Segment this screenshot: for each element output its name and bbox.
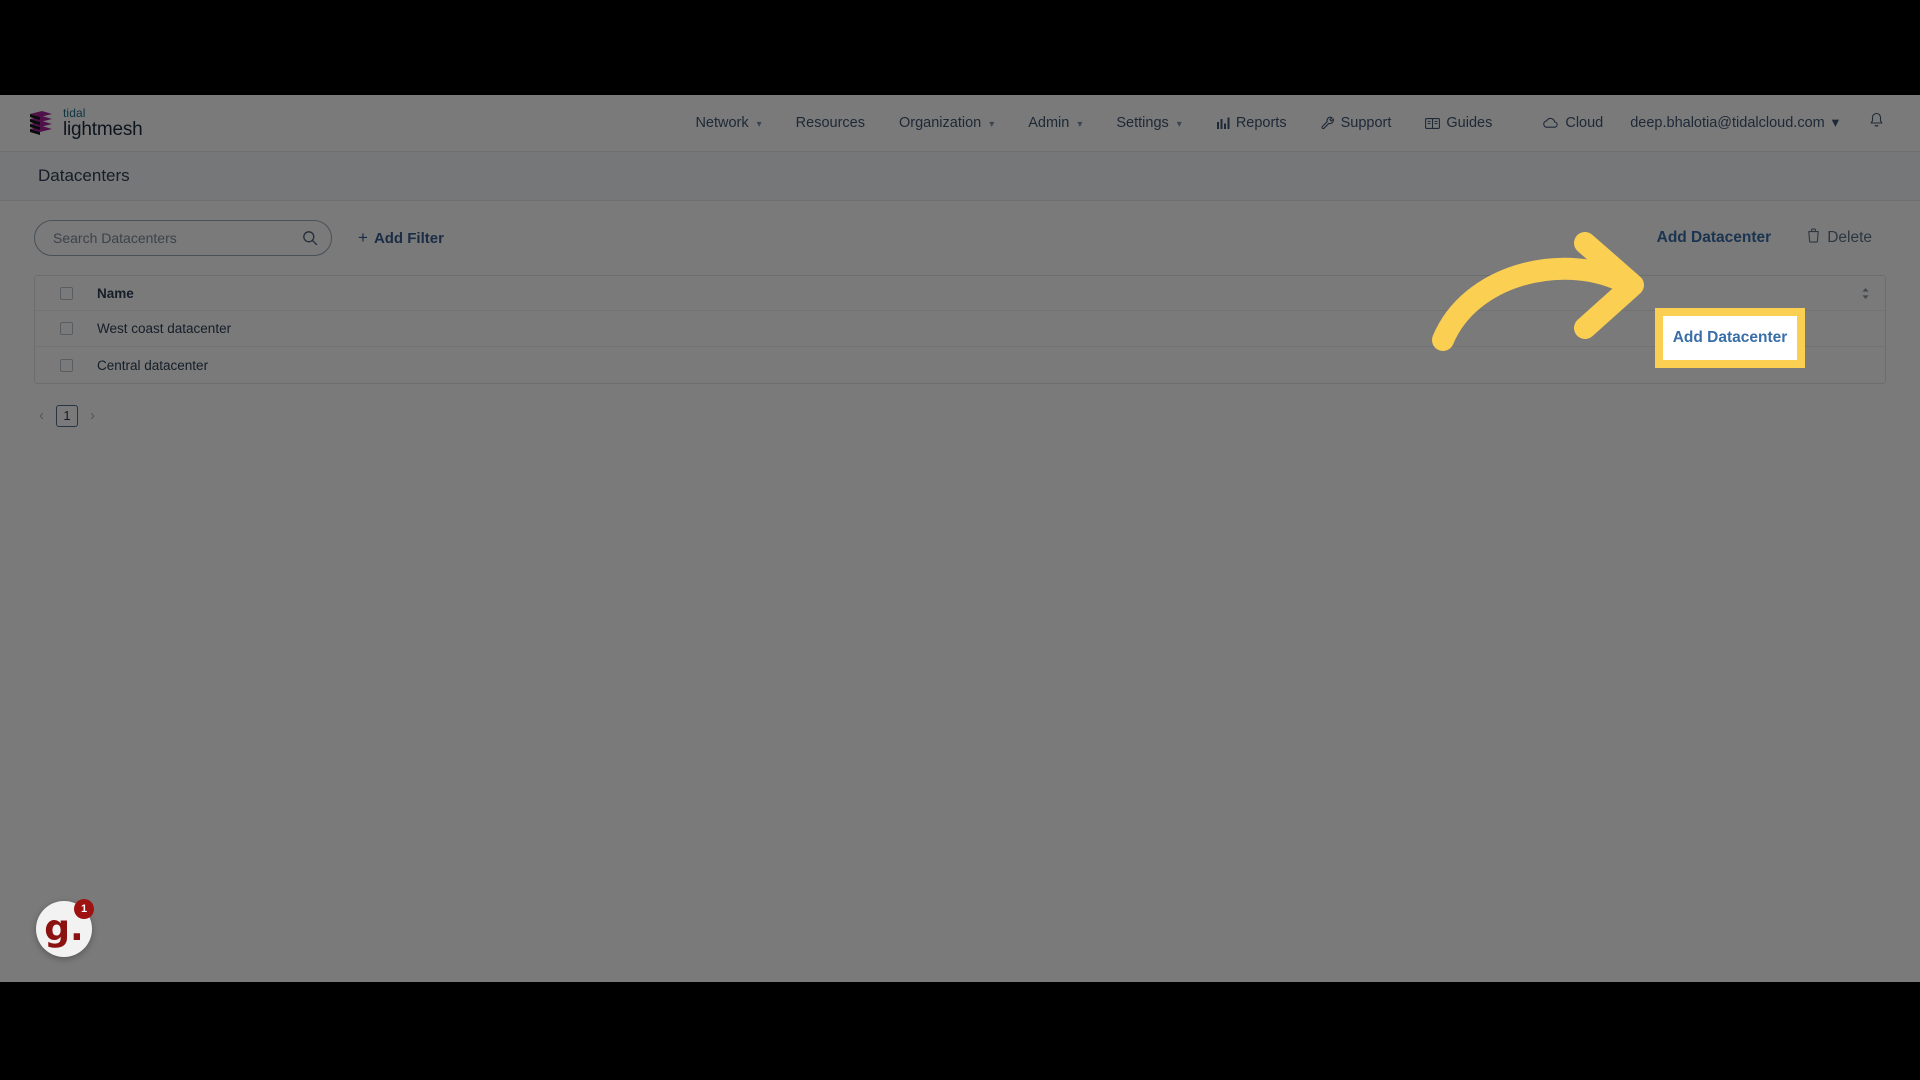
nav-item-label: Network — [695, 115, 749, 131]
nav-item-settings[interactable]: Settings ▾ — [1099, 107, 1198, 139]
app-viewport: tidal lightmesh Network ▾ Resources Orga… — [0, 95, 1920, 982]
nav-item-organization[interactable]: Organization ▾ — [882, 107, 1011, 139]
main-content: + Add Filter Add Datacenter Delete — [0, 201, 1920, 982]
sort-updown-icon[interactable] — [1845, 287, 1885, 300]
search-input[interactable] — [34, 220, 332, 256]
chevron-down-icon: ▾ — [1831, 115, 1839, 131]
select-all-cell — [35, 286, 97, 300]
plus-icon: + — [358, 228, 368, 247]
brand-logo[interactable]: tidal lightmesh — [28, 107, 143, 140]
table-row[interactable]: West coast datacenter — [35, 311, 1885, 347]
search-icon[interactable] — [302, 230, 318, 246]
datacenters-table: Name West coast datacenter Central datac… — [34, 275, 1886, 384]
nav-item-cloud[interactable]: Cloud — [1525, 107, 1620, 139]
chevron-down-icon: ▾ — [756, 118, 762, 130]
nav-item-label: Cloud — [1565, 115, 1604, 131]
pagination: ‹ 1 › — [36, 404, 1920, 427]
nav-item-label: Resources — [795, 115, 865, 131]
user-email: deep.bhalotia@tidalcloud.com — [1630, 115, 1825, 131]
bar-chart-icon — [1216, 116, 1230, 130]
wrench-icon — [1321, 116, 1335, 130]
guidde-badge-count: 1 — [74, 899, 94, 919]
chevron-down-icon: ▾ — [1176, 118, 1182, 130]
user-account-menu[interactable]: deep.bhalotia@tidalcloud.com ▾ — [1620, 107, 1849, 139]
table-row[interactable]: Central datacenter — [35, 347, 1885, 383]
pagination-next-button[interactable]: › — [87, 404, 98, 427]
nav-item-label: Reports — [1235, 115, 1287, 131]
nav-item-reports[interactable]: Reports — [1199, 107, 1304, 139]
nav-items: Network ▾ Resources Organization ▾ Admin… — [678, 104, 1898, 142]
add-filter-label: Add Filter — [373, 229, 444, 247]
column-header-name[interactable]: Name — [97, 286, 1845, 301]
add-datacenter-button[interactable]: Add Datacenter — [1642, 219, 1786, 257]
table-header-row: Name — [35, 276, 1885, 311]
cloud-icon — [1542, 117, 1559, 129]
nav-item-label: Guides — [1446, 115, 1493, 131]
brand-name-bottom: lightmesh — [63, 118, 143, 140]
page-title-bar: Datacenters — [0, 152, 1920, 201]
row-checkbox[interactable] — [59, 322, 73, 335]
nav-item-network[interactable]: Network ▾ — [678, 107, 778, 139]
trash-icon — [1807, 228, 1820, 248]
brand-name-top: tidal — [63, 105, 86, 120]
pagination-page-1[interactable]: 1 — [56, 404, 78, 427]
chevron-down-icon: ▾ — [1077, 118, 1083, 130]
row-select-cell — [35, 358, 97, 372]
nav-item-label: Settings — [1116, 115, 1169, 131]
tidal-lightmesh-logo-icon — [28, 110, 54, 137]
guidde-widget[interactable]: g. 1 — [36, 899, 94, 957]
pagination-prev-button[interactable]: ‹ — [36, 404, 47, 427]
nav-item-resources[interactable]: Resources — [779, 107, 882, 139]
table-toolbar: + Add Filter Add Datacenter Delete — [0, 201, 1920, 275]
row-checkbox[interactable] — [59, 358, 73, 372]
datacenter-name[interactable]: West coast datacenter — [97, 321, 1845, 336]
top-navigation-bar: tidal lightmesh Network ▾ Resources Orga… — [0, 95, 1920, 152]
nav-item-support[interactable]: Support — [1304, 107, 1409, 139]
nav-item-admin[interactable]: Admin ▾ — [1011, 107, 1099, 139]
book-icon — [1425, 117, 1441, 130]
search-box — [34, 220, 332, 256]
chevron-down-icon: ▾ — [989, 118, 995, 130]
notifications-button[interactable] — [1849, 104, 1898, 142]
datacenter-name[interactable]: Central datacenter — [97, 358, 1845, 373]
nav-item-guides[interactable]: Guides — [1408, 107, 1509, 139]
page-title: Datacenters — [38, 166, 130, 185]
toolbar-actions: Add Datacenter Delete — [1642, 218, 1886, 258]
nav-item-label: Organization — [898, 115, 982, 131]
delete-button[interactable]: Delete — [1793, 218, 1886, 258]
bell-icon — [1869, 112, 1884, 134]
select-all-checkbox[interactable] — [59, 286, 73, 300]
nav-item-label: Admin — [1028, 115, 1070, 131]
delete-label: Delete — [1827, 229, 1872, 246]
nav-item-label: Support — [1340, 115, 1392, 131]
row-select-cell — [35, 322, 97, 335]
add-filter-button[interactable]: + Add Filter — [358, 228, 444, 248]
